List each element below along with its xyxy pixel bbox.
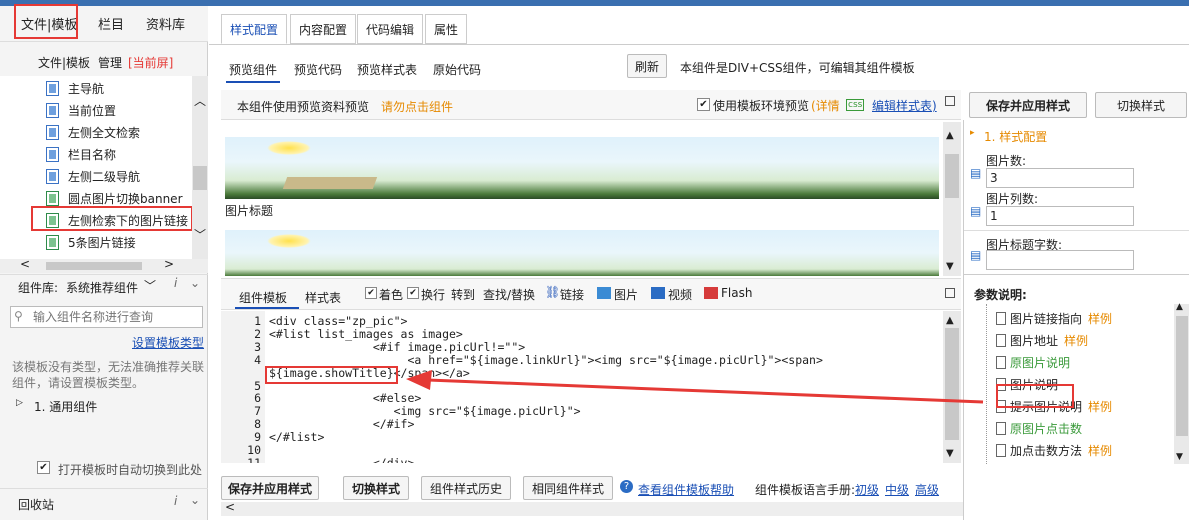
arrow-line	[427, 378, 984, 404]
annotation-arrows	[406, 370, 984, 404]
arrow-head	[406, 370, 432, 390]
